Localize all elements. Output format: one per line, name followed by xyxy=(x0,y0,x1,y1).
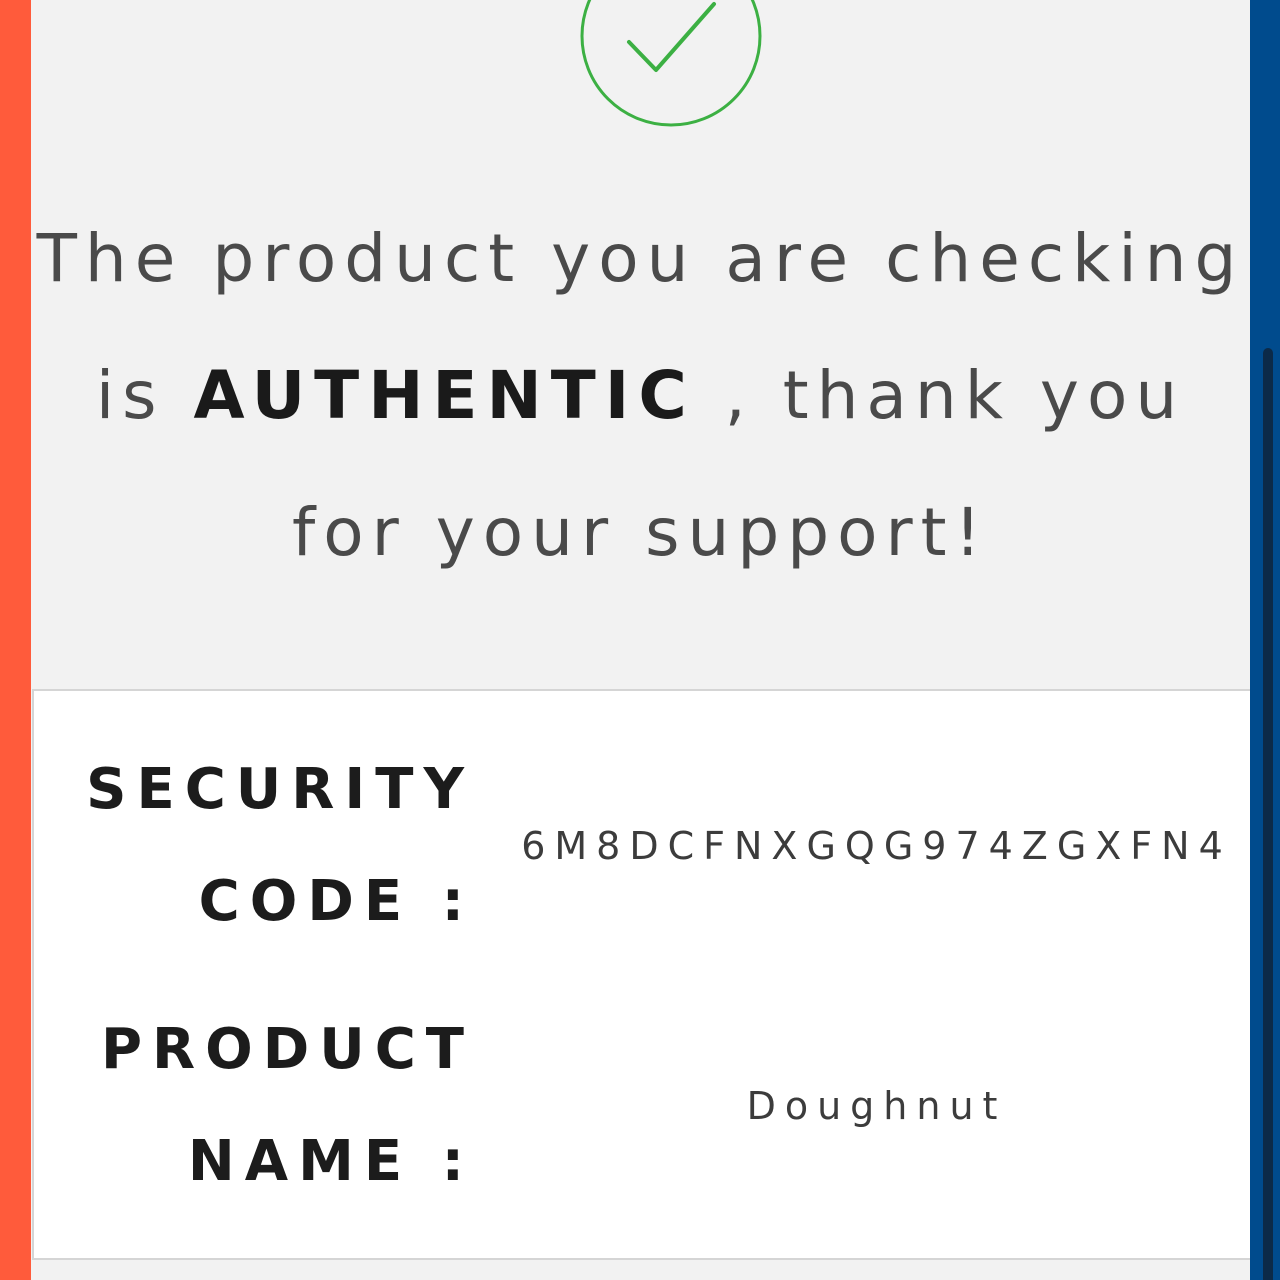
authentic-highlight: AUTHENTIC xyxy=(193,357,696,434)
verification-panel: The product you are checking is AUTHENTI… xyxy=(31,0,1254,1280)
product-details-card: SECURITY CODE : 6M8DCFNXGQG974ZGXFN4 PRO… xyxy=(32,689,1254,1260)
check-circle-icon xyxy=(580,0,762,127)
left-accent-strip xyxy=(0,0,31,1280)
product-name-value: Doughnut xyxy=(746,1084,1007,1128)
security-code-value: 6M8DCFNXGQG974ZGXFN4 xyxy=(521,824,1232,868)
security-code-label: SECURITY CODE : xyxy=(86,757,474,934)
security-code-row: SECURITY CODE : 6M8DCFNXGQG974ZGXFN4 xyxy=(34,731,1252,961)
product-name-label: PRODUCT NAME : xyxy=(100,1017,474,1194)
authenticity-message: The product you are checking is AUTHENTI… xyxy=(31,190,1250,601)
scrollbar[interactable] xyxy=(1263,348,1273,1280)
product-name-row: PRODUCT NAME : Doughnut xyxy=(34,991,1252,1221)
